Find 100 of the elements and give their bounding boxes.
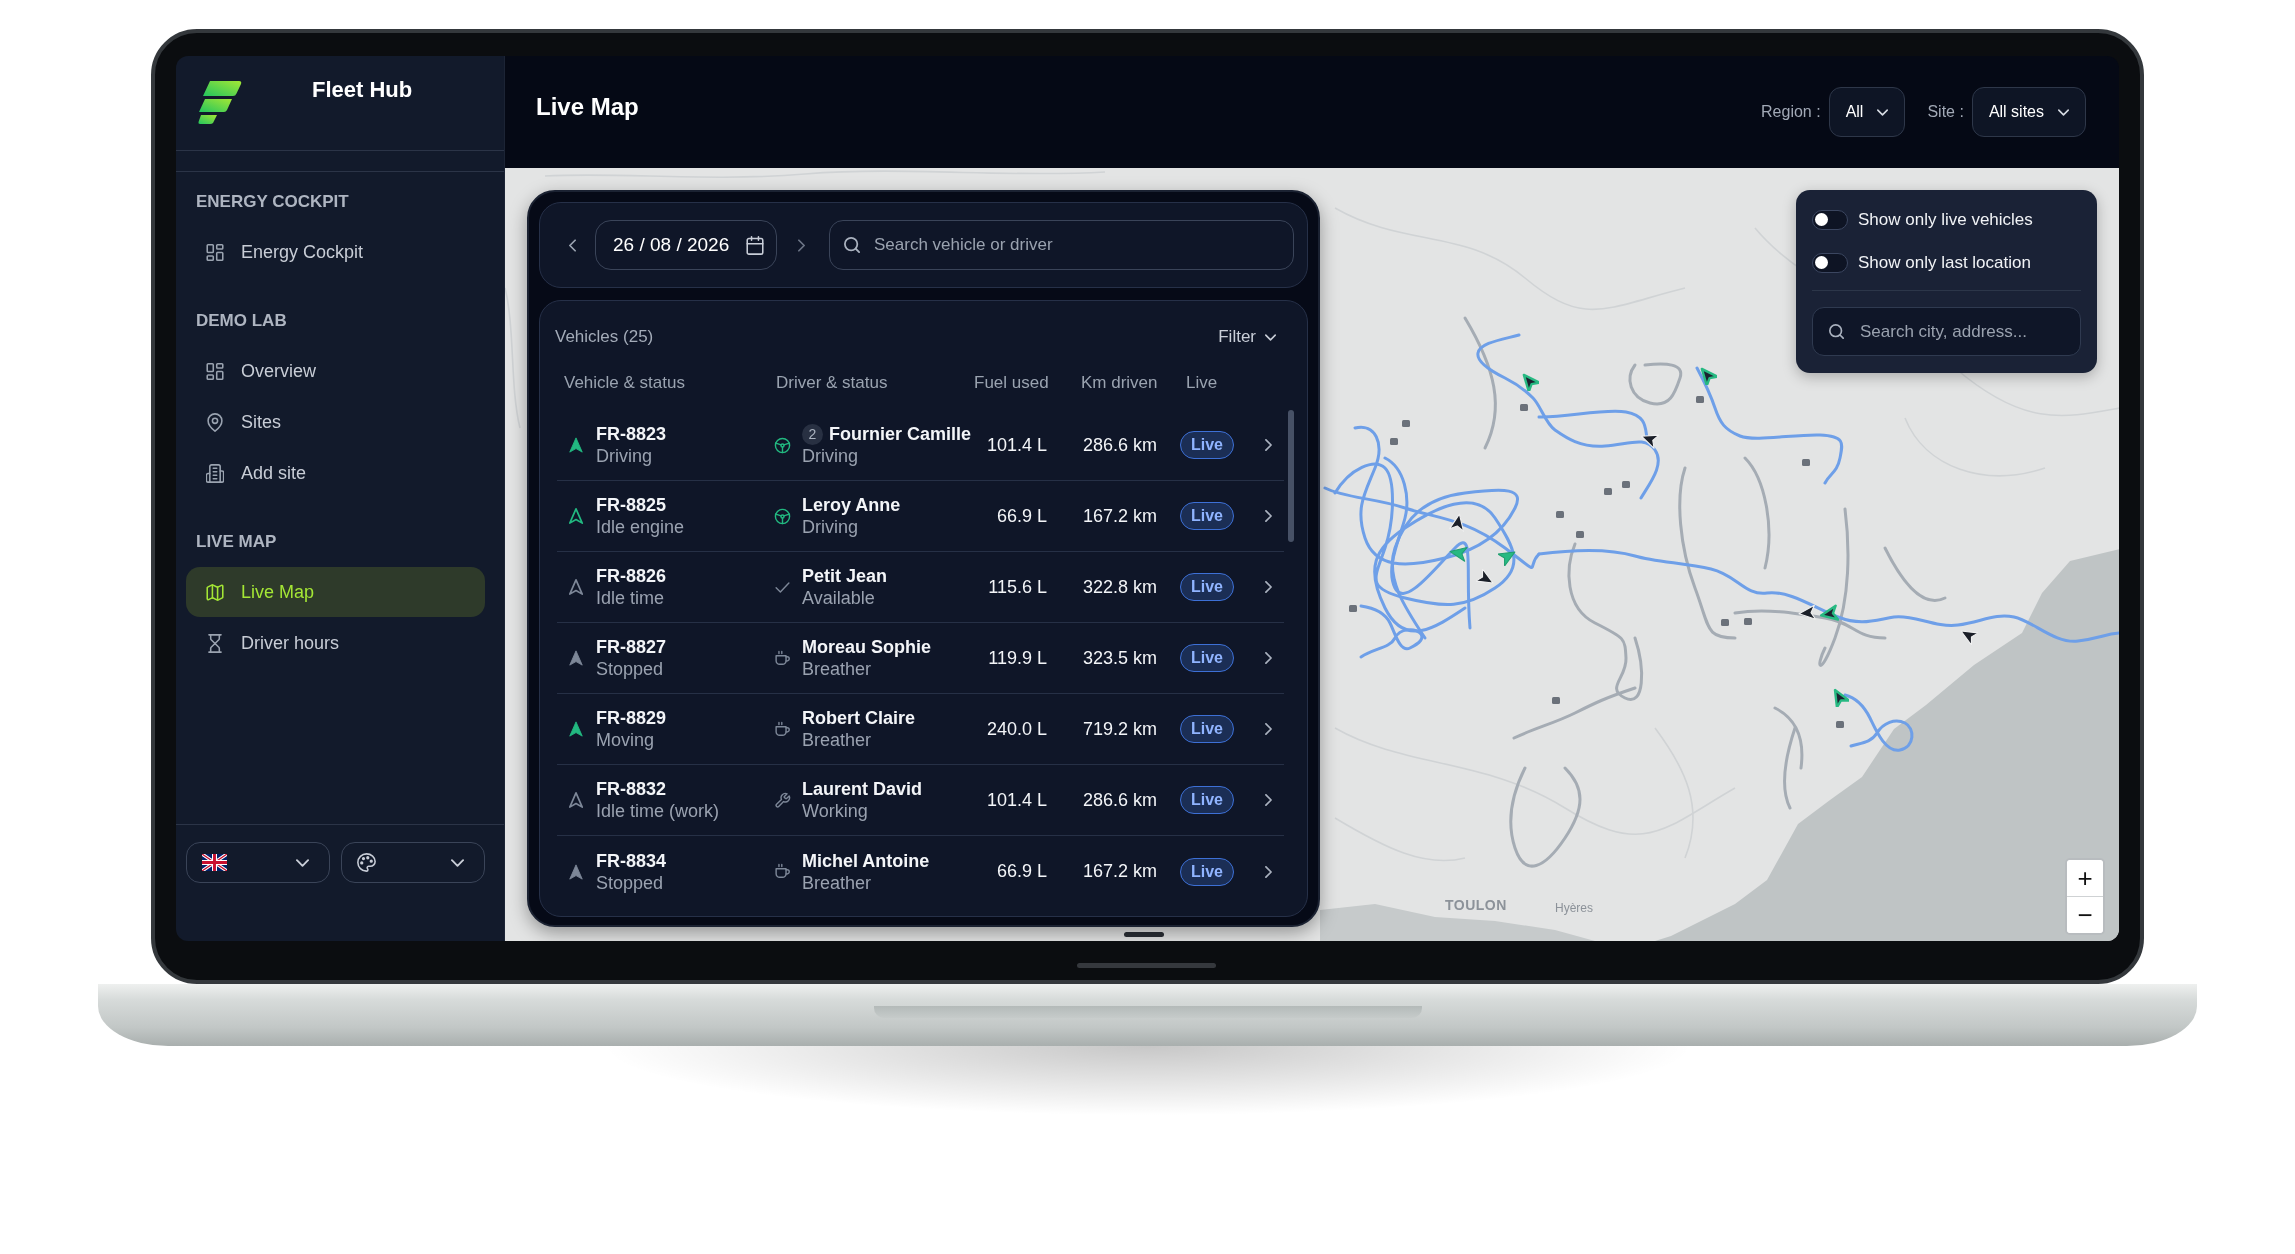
navigation-arrow-icon [568, 578, 584, 596]
fuel-used: 66.9 L [996, 505, 1047, 527]
driver-name: Fournier Camille [829, 423, 972, 445]
driver-name: Michel Antoine [802, 849, 930, 872]
cup-icon [774, 720, 791, 738]
vehicle-row[interactable]: FR-8826 Idle time Petit Jean Available 115.6 L 322.8 km Live [557, 552, 1284, 623]
live-badge[interactable]: Live [1180, 715, 1234, 743]
drag-handle[interactable] [1124, 932, 1164, 937]
wrench-icon [774, 791, 791, 809]
toggle-switch[interactable] [1812, 252, 1848, 273]
place-marker-icon [1622, 481, 1630, 488]
map-label: TOULON [1445, 898, 1507, 912]
place-marker-icon [1696, 396, 1704, 403]
brand-name: Fleet Hub [312, 76, 413, 104]
map-pin-icon [206, 412, 224, 432]
caret-icon [451, 858, 464, 867]
sidebar-item[interactable]: Overview [186, 346, 485, 396]
fuel-used: 240.0 L [986, 718, 1047, 740]
search-field[interactable]: Search vehicle or driver [829, 220, 1294, 270]
toggle-label: Show only last location [1858, 252, 2031, 273]
steering-wheel-icon [774, 507, 791, 525]
cup-icon [774, 649, 791, 667]
vehicle-row[interactable]: FR-8827 Stopped Moreau Sophie Breather 119.9 L 323.5 km Live [557, 623, 1284, 694]
live-badge[interactable]: Live [1180, 431, 1234, 459]
flag-icon [202, 854, 227, 871]
dashboard-grid-icon [206, 361, 224, 381]
driver-name: Robert Claire [802, 707, 916, 729]
place-marker-icon [1390, 438, 1398, 445]
sidebar-item[interactable]: Sites [186, 397, 485, 447]
map-icon [206, 582, 224, 602]
search-field[interactable]: Search city, address... [1812, 307, 2081, 356]
sidebar-item[interactable]: Driver hours [186, 618, 485, 668]
live-badge[interactable]: Live [1180, 502, 1234, 530]
vehicle-status: Stopped [596, 871, 664, 894]
column-header: Km driven [1081, 373, 1158, 393]
driver-name: Petit Jean [802, 565, 888, 587]
filter-select[interactable]: All [1828, 87, 1906, 137]
live-badge[interactable]: Live [1180, 857, 1234, 886]
steering-wheel-icon [774, 436, 791, 454]
vehicle-marker-icon[interactable] [1819, 604, 1839, 624]
search-icon [844, 237, 860, 253]
page-title: Live Map [536, 93, 639, 121]
chevron-right-icon [1265, 723, 1272, 735]
vehicle-row[interactable]: FR-8829 Moving Robert Claire Breather 240.0 L 719.2 km Live [557, 694, 1284, 765]
vehicle-marker-icon[interactable] [1797, 603, 1817, 623]
hourglass-icon [206, 633, 224, 653]
vehicle-status: Idle time (work) [596, 800, 720, 822]
vehicle-row[interactable]: FR-8825 Idle engine Leroy Anne Driving 66.9 L 167.2 km Live [557, 481, 1284, 552]
place-marker-icon [1556, 511, 1564, 518]
vehicle-id: FR-8827 [596, 636, 667, 658]
chevron-left-icon [568, 238, 576, 252]
caret-icon [2058, 108, 2069, 116]
building-icon [206, 463, 224, 483]
live-badge[interactable]: Live [1180, 786, 1234, 814]
driver-name: Leroy Anne [802, 494, 901, 516]
vehicle-id: FR-8826 [596, 565, 667, 587]
calendar-icon [746, 235, 764, 255]
vehicle-id: FR-8823 [596, 423, 667, 445]
sidebar-item[interactable]: Energy Cockpit [186, 227, 485, 277]
route-line [1843, 693, 1914, 752]
column-header: Driver & status [776, 373, 888, 393]
fuel-used: 66.9 L [996, 861, 1047, 882]
live-badge[interactable]: Live [1180, 644, 1234, 672]
caret-icon [296, 858, 309, 867]
place-marker-icon [1520, 404, 1528, 411]
vehicle-id: FR-8834 [596, 849, 667, 872]
fuel-used: 101.4 L [986, 434, 1047, 456]
vehicle-id: FR-8825 [596, 494, 667, 516]
place-marker-icon [1836, 721, 1844, 728]
km-driven: 167.2 km [1082, 861, 1157, 882]
palette-icon [357, 853, 376, 872]
driver-name: Moreau Sophie [802, 636, 931, 658]
driver-status: Breather [802, 658, 872, 680]
live-badge[interactable]: Live [1180, 573, 1234, 601]
filter-button[interactable]: Filter [1218, 327, 1276, 347]
sidebar-item[interactable]: Live Map [186, 567, 485, 617]
theme-select[interactable] [341, 842, 485, 883]
chevron-right-icon [1265, 581, 1272, 593]
navigation-arrow-icon [568, 720, 584, 738]
driver-name: Laurent David [802, 778, 923, 800]
zoom-in-button[interactable]: + [2067, 860, 2103, 897]
toggle-switch[interactable] [1812, 209, 1848, 230]
place-marker-icon [1802, 459, 1810, 466]
chevron-right-icon [1265, 794, 1272, 806]
sidebar-item[interactable]: Add site [186, 448, 485, 498]
map-label: Hyères [1555, 902, 1593, 914]
vehicle-row[interactable]: FR-8834 Stopped Michel Antoine Breather 66.9 L 167.2 km Live [557, 836, 1284, 907]
driver-status: Breather [802, 871, 872, 894]
km-driven: 323.5 km [1082, 647, 1157, 669]
language-select[interactable] [186, 842, 330, 883]
filter-label: Site : [1927, 103, 1964, 121]
place-marker-icon [1576, 531, 1584, 538]
caret-icon [1877, 108, 1889, 116]
vehicle-row[interactable]: FR-8832 Idle time (work) Laurent David Working 101.4 L 286.6 km Live [557, 765, 1284, 836]
filter-select[interactable]: All sites [1971, 87, 2086, 137]
navigation-arrow-icon [568, 862, 584, 881]
vehicle-id: FR-8832 [596, 778, 667, 800]
scrollbar[interactable] [1288, 410, 1294, 542]
date-field[interactable]: 26 / 08 / 2026 [595, 220, 777, 270]
caret-icon [1265, 333, 1276, 341]
